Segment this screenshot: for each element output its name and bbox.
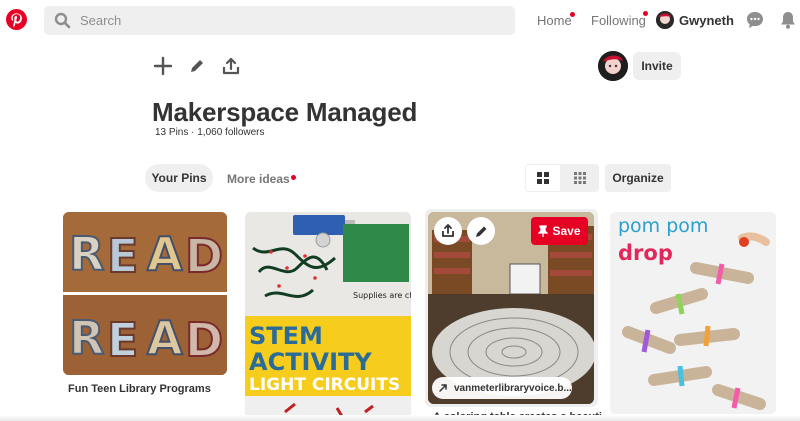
user-avatar [656, 11, 674, 29]
pin-image-pom-pom-drop[interactable]: pom pom drop [610, 212, 776, 414]
nav-following-link[interactable]: Following [591, 13, 646, 28]
pin-image-read-letters[interactable]: R E A D R E A D [63, 212, 227, 375]
pin-source-link[interactable]: vanmeterlibraryvoice.b... [432, 377, 572, 399]
board-title: Makerspace Managed [152, 97, 418, 127]
save-button[interactable]: Save [531, 217, 588, 245]
pinterest-logo-icon[interactable] [6, 9, 27, 30]
search-bar[interactable] [44, 6, 515, 35]
bottom-shadow [0, 415, 800, 421]
compact-grid-icon [574, 172, 586, 184]
nav-home-link[interactable]: Home [537, 13, 572, 28]
bell-icon[interactable] [778, 10, 798, 30]
pin-image-stem-activity[interactable]: Supplies are cheap and easy to find! STE… [245, 212, 411, 421]
following-notification-dot [643, 11, 648, 16]
svg-text:R: R [69, 227, 104, 281]
search-icon [54, 12, 71, 29]
edit-icon[interactable] [186, 55, 208, 77]
svg-text:D: D [185, 229, 223, 283]
grid-view-icon [537, 172, 549, 184]
pin-image-title-line2: ACTIVITY [249, 348, 372, 376]
home-notification-dot [570, 12, 575, 17]
tab-more-ideas[interactable]: More ideas [227, 172, 290, 186]
user-name: Gwyneth [679, 12, 734, 28]
svg-text:E: E [107, 313, 138, 367]
send-pin-button[interactable] [434, 217, 462, 245]
profile-link[interactable]: Gwyneth [656, 11, 734, 29]
invite-button[interactable]: Invite [633, 52, 681, 80]
edit-icon [475, 226, 486, 237]
compact-view-button[interactable] [561, 164, 599, 192]
pin-image-title-line1: STEM [249, 322, 323, 350]
pin-image-title-line1: pom pom [618, 215, 708, 237]
board-actions [152, 55, 242, 77]
more-ideas-notification-dot [291, 175, 296, 180]
share-icon[interactable] [220, 55, 242, 77]
chat-icon[interactable] [745, 10, 765, 30]
collaborator-avatar[interactable] [598, 51, 628, 81]
svg-text:A: A [147, 311, 183, 365]
pin-image-title-line3: LIGHT CIRCUITS [249, 375, 400, 395]
share-icon [442, 224, 454, 237]
svg-text:R: R [69, 311, 104, 365]
top-nav: Home Following Gwyneth [0, 0, 800, 40]
search-input[interactable] [80, 6, 500, 35]
save-button-label: Save [552, 224, 581, 238]
organize-button[interactable]: Organize [605, 164, 671, 192]
pin-image-title-line2: drop [618, 241, 673, 265]
add-icon[interactable] [152, 55, 174, 77]
pin-caption[interactable]: Fun Teen Library Programs [68, 383, 211, 395]
pin-icon [538, 225, 549, 237]
grid-view-button[interactable] [525, 164, 561, 192]
link-arrow-icon [439, 384, 447, 392]
edit-pin-button[interactable] [467, 217, 495, 245]
pin-source-domain: vanmeterlibraryvoice.b... [454, 382, 572, 394]
svg-text:D: D [185, 313, 223, 367]
pin-image-note: Supplies are cheap and easy to find! [353, 291, 411, 300]
board-stats: 13 Pins · 1,060 followers [155, 127, 265, 138]
tab-your-pins[interactable]: Your Pins [145, 164, 213, 192]
svg-text:E: E [107, 229, 138, 283]
svg-text:A: A [147, 227, 183, 281]
